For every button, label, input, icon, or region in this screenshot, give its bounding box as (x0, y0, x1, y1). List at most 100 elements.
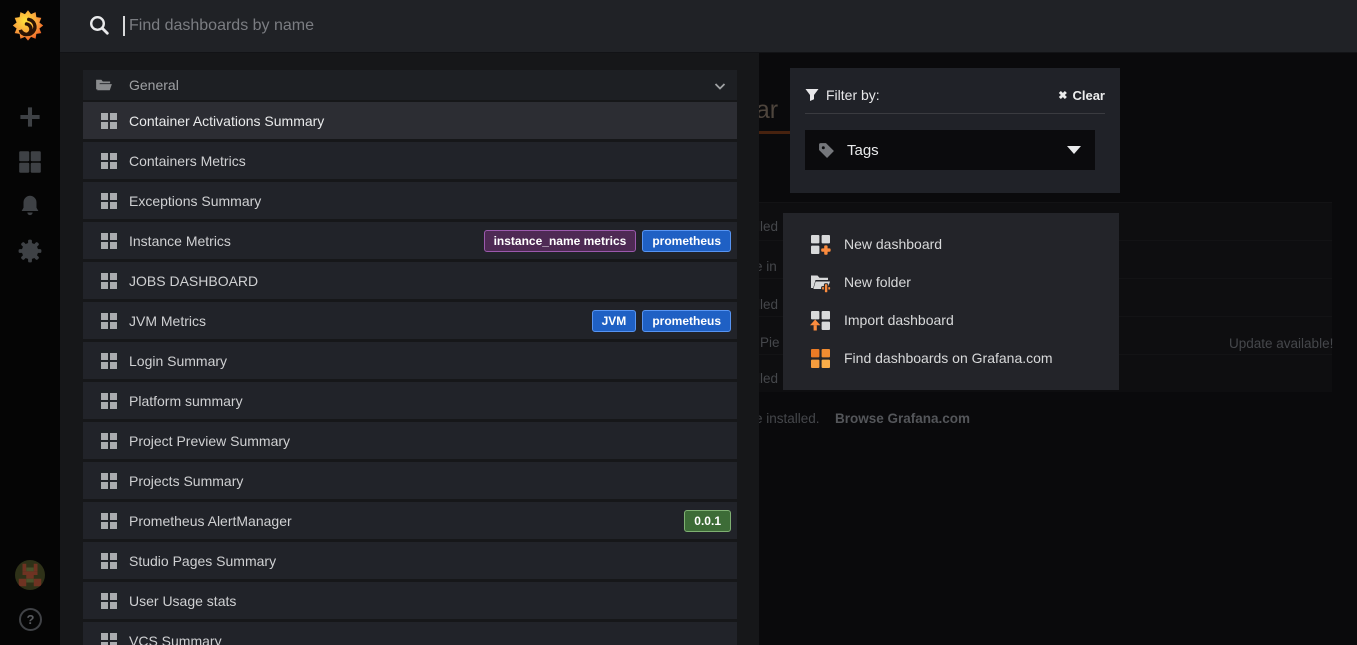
tag-pill[interactable]: JVM (592, 310, 637, 332)
dashboard-name: Projects Summary (129, 473, 243, 489)
dashboard-name: Instance Metrics (129, 233, 231, 249)
dashboard-grid-icon (101, 313, 117, 329)
clear-x-icon: ✖ (1058, 89, 1067, 102)
dashboard-row[interactable]: Container Activations Summary (83, 102, 737, 139)
grafana-logo-icon[interactable] (9, 8, 47, 46)
dashboard-name: JVM Metrics (129, 313, 206, 329)
tag-list: JVMprometheus (592, 310, 731, 332)
funnel-icon (805, 88, 819, 102)
filter-title: Filter by: (826, 87, 880, 103)
menu-item-label: New dashboard (844, 236, 942, 252)
dashboard-grid-icon (101, 353, 117, 369)
dashboard-name: VCS Summary (129, 633, 222, 645)
create-plus-icon[interactable] (18, 105, 42, 129)
menu-item-find-dashboards-grafana-com[interactable]: Find dashboards on Grafana.com (783, 339, 1119, 377)
user-avatar[interactable] (15, 560, 45, 590)
tag-pill[interactable]: prometheus (642, 230, 731, 252)
dashboard-row[interactable]: Login Summary (83, 342, 737, 379)
dashboard-name: Exceptions Summary (129, 193, 261, 209)
tag-icon (818, 142, 835, 159)
text-cursor (123, 16, 125, 36)
dashboard-name: Containers Metrics (129, 153, 246, 169)
menu-item-label: Find dashboards on Grafana.com (844, 350, 1053, 366)
tag-pill[interactable]: 0.0.1 (684, 510, 731, 532)
new-dashboard-icon (810, 234, 831, 255)
background-text-fragment: e installed. (755, 411, 820, 426)
background-text-fragment: lled (757, 219, 778, 234)
dashboard-row[interactable]: Project Preview Summary (83, 422, 737, 459)
dashboard-grid-icon (101, 113, 117, 129)
dashboard-row[interactable]: Exceptions Summary (83, 182, 737, 219)
dashboard-grid-icon (101, 233, 117, 249)
dashboard-grid-icon (101, 273, 117, 289)
dashboard-row[interactable]: Containers Metrics (83, 142, 737, 179)
configuration-gear-icon[interactable] (18, 239, 42, 263)
dashboard-grid-icon (101, 153, 117, 169)
grafana-app: oar lled e in lled Pie lled e installed.… (0, 0, 1357, 645)
dashboard-row[interactable]: Studio Pages Summary (83, 542, 737, 579)
create-menu: New dashboard New folder Import dashboar… (783, 213, 1119, 390)
caret-down-icon (1067, 146, 1081, 154)
dashboard-row[interactable]: User Usage stats (83, 582, 737, 619)
dashboards-grid-icon[interactable] (18, 150, 42, 174)
dashboard-grid-icon (101, 593, 117, 609)
menu-item-new-dashboard[interactable]: New dashboard (783, 225, 1119, 263)
background-text-fragment: Pie (760, 335, 780, 350)
help-icon[interactable]: ? (19, 608, 42, 631)
menu-item-new-folder[interactable]: New folder (783, 263, 1119, 301)
grafana-com-grid-icon (810, 348, 831, 369)
alerting-bell-icon[interactable] (18, 194, 42, 218)
background-text-fragment: lled (757, 297, 778, 312)
dashboard-grid-icon (101, 393, 117, 409)
clear-filters-button[interactable]: ✖ Clear (1058, 88, 1105, 103)
dashboard-name: Login Summary (129, 353, 227, 369)
dashboard-name: Studio Pages Summary (129, 553, 276, 569)
search-results-panel: General Container Activations Summary Con… (60, 52, 759, 645)
search-topbar (60, 0, 1357, 53)
dashboard-row[interactable]: VCS Summary (83, 622, 737, 645)
filter-panel: Filter by: ✖ Clear Tags (790, 68, 1120, 193)
dashboard-row[interactable]: Platform summary (83, 382, 737, 419)
folder-label: General (129, 77, 179, 93)
dashboard-row[interactable]: Prometheus AlertManager 0.0.1 (83, 502, 737, 539)
dashboard-name: User Usage stats (129, 593, 236, 609)
dashboard-name: Container Activations Summary (129, 113, 324, 129)
tags-select-value: Tags (847, 142, 879, 159)
sidebar: ? (0, 0, 60, 645)
tags-select[interactable]: Tags (805, 130, 1095, 170)
dashboard-name: Platform summary (129, 393, 243, 409)
dashboard-row[interactable]: Instance Metrics instance_name metricspro… (83, 222, 737, 259)
import-dashboard-icon (810, 310, 831, 331)
chevron-down-icon (713, 79, 727, 93)
search-icon (88, 14, 110, 36)
dashboard-name: Project Preview Summary (129, 433, 290, 449)
dashboard-row[interactable]: Projects Summary (83, 462, 737, 499)
dashboard-row[interactable]: JVM Metrics JVMprometheus (83, 302, 737, 339)
background-text-fragment: lled (757, 371, 778, 386)
tag-pill[interactable]: instance_name metrics (484, 230, 637, 252)
menu-item-label: Import dashboard (844, 312, 954, 328)
dashboard-grid-icon (101, 433, 117, 449)
menu-item-label: New folder (844, 274, 911, 290)
search-input[interactable] (127, 10, 731, 42)
clear-label: Clear (1072, 88, 1105, 103)
tag-list: instance_name metricsprometheus (484, 230, 731, 252)
tag-pill[interactable]: prometheus (642, 310, 731, 332)
background-link-fragment: Browse Grafana.com (835, 411, 970, 426)
avatar-pixel-art (15, 560, 45, 590)
dashboard-grid-icon (101, 193, 117, 209)
dashboard-grid-icon (101, 633, 117, 645)
dashboard-name: JOBS DASHBOARD (129, 273, 258, 289)
folder-open-icon (95, 78, 113, 92)
dashboard-name: Prometheus AlertManager (129, 513, 292, 529)
background-update-label: Update available! (1229, 336, 1333, 351)
tag-list: 0.0.1 (684, 510, 731, 532)
folder-header-general[interactable]: General (83, 70, 737, 100)
dashboard-grid-icon (101, 473, 117, 489)
filter-divider (805, 113, 1105, 114)
dashboard-row[interactable]: JOBS DASHBOARD (83, 262, 737, 299)
menu-item-import-dashboard[interactable]: Import dashboard (783, 301, 1119, 339)
dashboard-grid-icon (101, 513, 117, 529)
new-folder-icon (810, 272, 831, 293)
dashboard-grid-icon (101, 553, 117, 569)
